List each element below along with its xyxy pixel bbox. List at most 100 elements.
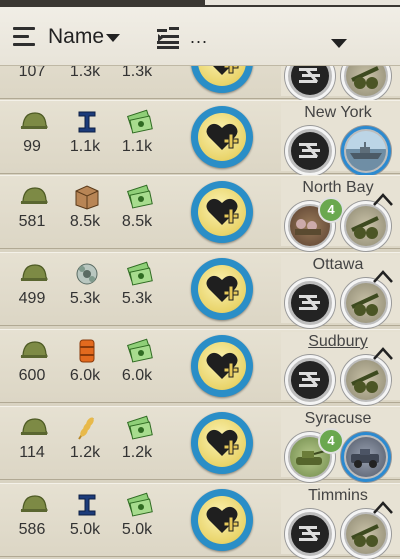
steel-beam-icon: [78, 494, 96, 516]
unit-slot-button[interactable]: [341, 432, 391, 482]
cash-icon: [127, 184, 153, 209]
artillery-icon: [351, 524, 379, 547]
unit-slot-button[interactable]: [341, 126, 391, 176]
steel-beam-icon: [78, 111, 96, 133]
money-value: 8.5k: [121, 213, 153, 230]
manpower-value: 499: [18, 290, 46, 307]
repair-button[interactable]: [191, 412, 253, 474]
build-hammer-icon: [299, 143, 320, 158]
production-slot-button[interactable]: [285, 509, 335, 559]
helmet-icon: [20, 495, 48, 512]
city-panel[interactable]: Timmins: [281, 486, 400, 559]
build-hammer-icon: [299, 372, 320, 387]
cash-icon: [127, 109, 153, 134]
production-slot-button[interactable]: [285, 278, 335, 328]
build-hammer-icon: [299, 295, 320, 310]
city-panel[interactable]: North Bay 4: [281, 178, 400, 251]
repair-button[interactable]: [191, 489, 253, 551]
city-panel[interactable]: Ottawa: [281, 255, 400, 328]
top-status-bar: [0, 0, 400, 7]
production-slot-button[interactable]: [285, 126, 335, 176]
unit-count-badge: 4: [318, 428, 344, 454]
filter-value[interactable]: ...: [190, 27, 208, 48]
heart-plus-icon: [206, 352, 239, 379]
manpower-value: 586: [18, 521, 46, 538]
material-value: 1.2k: [69, 444, 101, 461]
material-value: 8.5k: [69, 213, 101, 230]
city-panel[interactable]: Syracuse 4: [281, 409, 400, 482]
gear-bundle-icon: [76, 263, 98, 285]
city-name[interactable]: New York: [281, 104, 395, 122]
repair-button[interactable]: [191, 106, 253, 168]
heart-plus-icon: [206, 429, 239, 456]
money-value: 6.0k: [121, 367, 153, 384]
list-item[interactable]: 581 8.5k 8.5k North Bay 4: [0, 175, 400, 251]
upgrade-arrow-icon: [373, 501, 393, 514]
sort-by-name-button[interactable]: Name: [48, 25, 104, 49]
heart-plus-icon: [206, 198, 239, 225]
unit-slot-button[interactable]: 4: [285, 197, 344, 251]
wood-crate-icon: [75, 185, 99, 210]
helmet-icon: [20, 341, 48, 358]
heart-plus-icon: [206, 506, 239, 533]
warship-icon: [350, 142, 382, 159]
city-panel[interactable]: Sudbury: [281, 332, 400, 405]
manpower-value: 600: [18, 367, 46, 384]
list-item[interactable]: 600 6.0k 6.0k Sudbury: [0, 329, 400, 405]
filter-dropdown-icon[interactable]: [331, 39, 347, 48]
manpower-value: 114: [19, 444, 45, 461]
build-hammer-icon: [299, 526, 320, 541]
production-slot-button[interactable]: [285, 355, 335, 405]
cash-icon: [127, 415, 153, 440]
wheat-icon: [78, 417, 94, 440]
money-value: 1.2k: [121, 444, 153, 461]
unit-count-badge: 4: [318, 197, 344, 223]
cash-icon: [127, 261, 153, 286]
unit-slot-button[interactable]: [341, 355, 391, 405]
list-header: Name ...: [0, 7, 400, 66]
money-value: 5.0k: [121, 521, 153, 538]
cash-icon: [127, 492, 153, 517]
unit-slot-button[interactable]: [341, 278, 391, 328]
armored-car-icon: [351, 449, 379, 468]
material-value: 5.3k: [69, 290, 101, 307]
money-value: 1.1k: [121, 138, 153, 155]
chevron-down-icon[interactable]: [106, 34, 120, 42]
upgrade-arrow-icon: [373, 347, 393, 360]
list-item[interactable]: 114 1.2k 1.2k Syracuse 4: [0, 406, 400, 482]
helmet-icon: [20, 187, 48, 204]
repair-button[interactable]: [191, 335, 253, 397]
artillery-icon: [351, 216, 379, 239]
material-value: 5.0k: [69, 521, 101, 538]
upgrade-arrow-icon: [373, 270, 393, 283]
list-item[interactable]: 99 1.1k 1.1k New York: [0, 100, 400, 176]
material-value: 1.1k: [69, 138, 101, 155]
manpower-value: 581: [18, 213, 46, 230]
helmet-icon: [20, 112, 48, 129]
fuel-barrel-icon: [79, 339, 95, 363]
helmet-icon: [20, 418, 48, 435]
repair-button[interactable]: [191, 258, 253, 320]
heart-plus-icon: [206, 123, 239, 150]
upgrade-arrow-icon: [373, 193, 393, 206]
money-value: 5.3k: [121, 290, 153, 307]
city-name[interactable]: Syracuse: [281, 410, 395, 428]
artillery-icon: [351, 370, 379, 393]
cash-icon: [127, 338, 153, 363]
unit-slot-button[interactable]: 4: [285, 428, 344, 482]
unit-slot-button[interactable]: [341, 201, 391, 251]
city-panel[interactable]: New York: [281, 103, 400, 176]
helmet-icon: [20, 264, 48, 281]
artillery-icon: [351, 293, 379, 316]
heart-plus-icon: [206, 275, 239, 302]
filter-icon[interactable]: [157, 27, 181, 49]
sort-order-icon[interactable]: [13, 27, 35, 47]
material-value: 6.0k: [69, 367, 101, 384]
build-hammer-icon: [299, 68, 320, 83]
artillery-icon: [351, 66, 379, 89]
manpower-value: 99: [23, 138, 41, 155]
list-item[interactable]: 586 5.0k 5.0k Timmins: [0, 483, 400, 559]
unit-slot-button[interactable]: [341, 509, 391, 559]
list-item[interactable]: 499 5.3k 5.3k Ottawa: [0, 252, 400, 328]
repair-button[interactable]: [191, 181, 253, 243]
